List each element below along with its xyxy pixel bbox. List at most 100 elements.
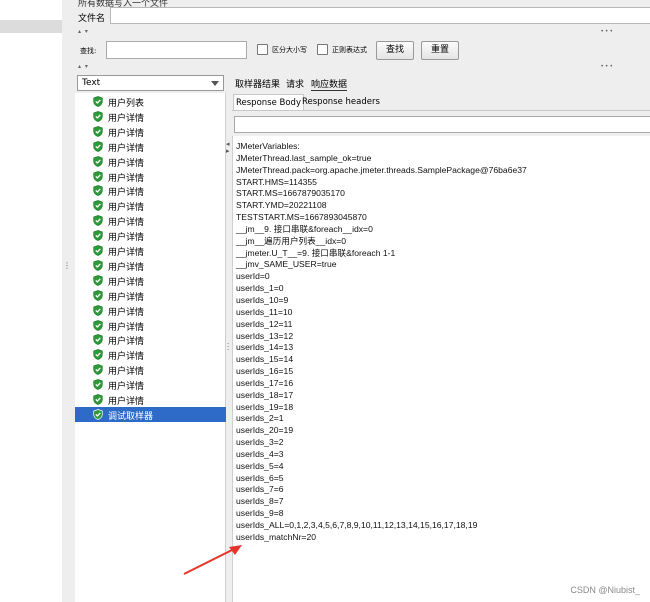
filename-input[interactable]	[110, 7, 650, 24]
tree-item[interactable]: 用户详情	[75, 139, 226, 154]
sample-tree: 用户列表 用户详情 用户详情 用户详情 用户详情 用户详情 用户详情 用户详情 用户详情 用户详情…	[75, 93, 226, 602]
response-line: userIds_8=7	[236, 496, 284, 507]
response-line: userIds_15=14	[236, 354, 294, 365]
tree-item-label: 用户详情	[108, 143, 145, 154]
shield-check-icon	[93, 125, 103, 137]
tab-request[interactable]: 请求	[286, 77, 304, 90]
tree-item[interactable]: 用户详情	[75, 303, 226, 318]
watermark: CSDN @Niubist_	[570, 585, 640, 595]
tree-item-label: 用户详情	[108, 307, 145, 318]
shield-check-icon	[93, 140, 103, 152]
subtab-divider	[232, 110, 650, 111]
subtab-response-headers[interactable]: Response headers	[300, 94, 382, 110]
tab-response-data[interactable]: 响应数据	[311, 77, 348, 91]
response-body[interactable]: JMeterVariables: JMeterThread.last_sample…	[232, 136, 650, 602]
find-button[interactable]: 查找	[376, 41, 414, 60]
subtab-response-body[interactable]: Response Body	[233, 94, 304, 110]
shield-check-icon	[93, 319, 103, 331]
red-arrow-annotation	[183, 545, 242, 575]
shield-check-icon	[93, 215, 103, 227]
tree-item[interactable]: 用户详情	[75, 288, 226, 303]
tree-item[interactable]: 用户详情	[75, 213, 226, 228]
search-label: 查找:	[80, 47, 97, 55]
response-line: userIds_9=8	[236, 508, 284, 519]
tree-item-label: 用户详情	[108, 188, 145, 199]
shield-check-icon	[93, 304, 103, 316]
tree-item[interactable]: 用户详情	[75, 332, 226, 347]
response-line: JMeterThread.last_sample_ok=true	[236, 152, 372, 163]
renderer-select[interactable]: Text	[77, 75, 224, 91]
tree-item[interactable]: 用户详情	[75, 154, 226, 169]
tree-item[interactable]: 用户详情	[75, 183, 226, 198]
tab-sampler-result[interactable]: 取样器结果	[235, 77, 280, 90]
tree-item[interactable]: 用户详情	[75, 109, 226, 124]
tree-item-label: 用户详情	[108, 113, 145, 124]
case-sensitive-checkbox[interactable]	[257, 44, 268, 55]
regex-label: 正则表达式	[332, 46, 367, 54]
jmeter-window: ⋮ 所有数据写入一个文件 文件名 ▴ ▾ ••• 查找: 区分大小写 正则表达式 …	[0, 0, 650, 602]
shield-check-icon	[93, 379, 103, 390]
left-strip-selection	[0, 20, 62, 33]
tree-item[interactable]: 用户详情	[75, 198, 226, 213]
response-text: JMeterVariables: JMeterThread.last_sample…	[236, 141, 527, 544]
shield-check-icon	[93, 200, 103, 212]
shield-check-icon	[93, 409, 103, 420]
tree-item-label: 用户详情	[108, 277, 145, 288]
tree-item[interactable]: 用户详情	[75, 124, 226, 139]
tree-item-label: 用户详情	[108, 203, 145, 214]
tree-item[interactable]: 用户详情	[75, 377, 226, 392]
regex-checkbox[interactable]	[317, 44, 328, 55]
response-line: START.YMD=20221108	[236, 200, 327, 211]
tree-item[interactable]: 用户详情	[75, 318, 226, 333]
tree-item[interactable]: 用户详情	[75, 392, 226, 407]
response-line: userIds_14=13	[236, 342, 294, 353]
response-line: __jm__9. 接口串联&foreach__idx=0	[236, 223, 373, 234]
tree-item-label: 调试取样器	[108, 411, 154, 422]
section-divider[interactable]: ▴ ▾ •••	[78, 28, 650, 37]
response-line: userIds_4=3	[236, 448, 284, 459]
section-divider[interactable]: ▴ ▾ •••	[78, 63, 650, 72]
response-line: START.HMS=114355	[236, 176, 317, 187]
tree-item[interactable]: 用户详情	[75, 228, 226, 243]
tree-item[interactable]: 用户详情	[75, 258, 226, 273]
response-line: TESTSTART.MS=1667893045870	[236, 212, 367, 223]
tree-item-label: 用户详情	[108, 262, 145, 273]
left-strip	[0, 0, 62, 602]
response-line: userIds_10=9	[236, 294, 289, 305]
splitter-grip-icon: · · ·	[227, 340, 230, 354]
renderer-select-value: Text	[82, 78, 101, 88]
tree-item-label: 用户详情	[108, 218, 145, 229]
shield-check-icon	[93, 334, 103, 346]
tree-item[interactable]: 用户详情	[75, 347, 226, 362]
tree-item[interactable]: 用户详情	[75, 169, 226, 184]
tree-item-label: 用户详情	[108, 322, 145, 333]
tree-item-label: 用户详情	[108, 128, 145, 139]
shield-check-icon	[93, 274, 103, 286]
response-line: userId=0	[236, 271, 270, 282]
response-search-input[interactable]	[234, 116, 650, 133]
tree-item-label: 用户列表	[108, 99, 145, 109]
shield-check-icon	[93, 394, 103, 405]
tree-item-label: 用户详情	[108, 382, 145, 393]
response-line: __jmeter.U_T__=9. 接口串联&foreach 1-1	[236, 247, 396, 258]
response-line: userIds_5=4	[236, 460, 284, 471]
tree-item-label: 用户详情	[108, 352, 145, 363]
search-input[interactable]	[106, 41, 247, 59]
response-line: START.MS=1667879035170	[236, 188, 345, 199]
collapse-arrows-icon[interactable]: ◂ ▸	[226, 141, 230, 155]
reset-button[interactable]: 重置	[421, 41, 459, 60]
splitter-handle[interactable]: ⋮	[63, 262, 71, 278]
response-line: userIds_3=2	[236, 437, 284, 448]
case-sensitive-label: 区分大小写	[272, 46, 307, 54]
response-line: JMeterThread.pack=org.apache.jmeter.thre…	[236, 164, 527, 175]
response-line: userIds_1=0	[236, 283, 284, 294]
tree-item[interactable]: 用户详情	[75, 243, 226, 258]
tree-item[interactable]: 用户详情	[75, 362, 226, 377]
response-line: JMeterVariables:	[236, 141, 300, 151]
shield-check-icon	[93, 185, 103, 197]
tree-item[interactable]: 调试取样器	[75, 406, 226, 422]
tree-item[interactable]: 用户列表	[75, 94, 226, 109]
response-line: userIds_ALL=0,1,2,3,4,5,6,7,8,9,10,11,12…	[236, 520, 478, 530]
tree-item[interactable]: 用户详情	[75, 273, 226, 288]
response-line: userIds_18=17	[236, 389, 294, 400]
